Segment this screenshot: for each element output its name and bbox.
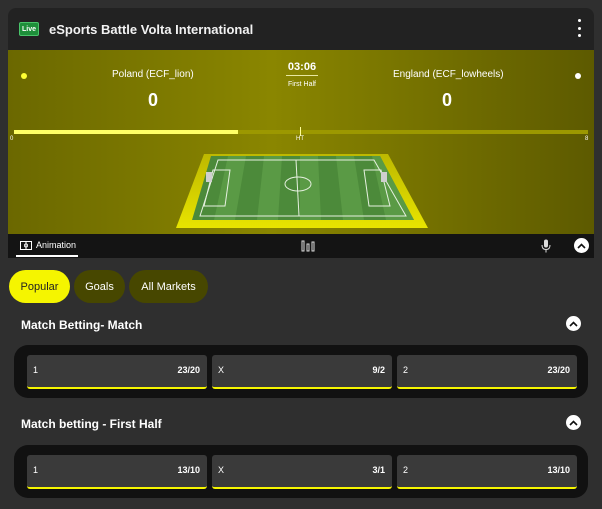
- market-first-half-betting: 1 13/10 X 3/1 2 13/10: [14, 445, 588, 498]
- outcome-odds: 9/2: [372, 365, 385, 375]
- animation-tab-underline: [16, 255, 78, 257]
- outcome-odds: 13/10: [547, 465, 570, 475]
- kebab-menu-icon[interactable]: [574, 19, 584, 37]
- outcome-odds: 3/1: [372, 465, 385, 475]
- outcome-label: 1: [33, 465, 39, 475]
- animation-label: Animation: [36, 240, 77, 250]
- live-badge: Live: [19, 22, 39, 36]
- outcome-label: 2: [403, 365, 409, 375]
- chevron-up-icon[interactable]: [566, 415, 581, 430]
- outcome-away-button[interactable]: 2 13/10: [397, 455, 577, 489]
- outcome-away-button[interactable]: 2 23/20: [397, 355, 577, 389]
- outcome-odds: 23/20: [547, 365, 570, 375]
- pitch-icon: [20, 240, 32, 250]
- outcome-label: 2: [403, 465, 409, 475]
- chevron-up-icon[interactable]: [566, 316, 581, 331]
- animation-toolbar: Animation: [8, 234, 594, 258]
- outcome-label: X: [218, 465, 225, 475]
- tab-goals[interactable]: Goals: [74, 270, 125, 303]
- animation-tab[interactable]: Animation: [20, 240, 76, 250]
- event-title: eSports Battle Volta International: [49, 21, 254, 37]
- outcome-draw-button[interactable]: X 9/2: [212, 355, 392, 389]
- outcome-label: 1: [33, 365, 39, 375]
- tab-all-markets[interactable]: All Markets: [129, 270, 208, 303]
- outcome-odds: 13/10: [177, 465, 200, 475]
- pitch-illustration: [176, 154, 428, 228]
- market-title: Match betting - First Half: [21, 417, 162, 431]
- outcome-label: X: [218, 365, 225, 375]
- microphone-icon[interactable]: [541, 239, 551, 253]
- market-match-betting: 1 23/20 X 9/2 2 23/20: [14, 345, 588, 398]
- outcome-draw-button[interactable]: X 3/1: [212, 455, 392, 489]
- market-tabs: Popular Goals All Markets: [9, 270, 208, 303]
- chevron-up-icon[interactable]: [574, 238, 589, 253]
- tab-popular[interactable]: Popular: [9, 270, 70, 303]
- match-tracker: Poland (ECF_lion) 0 03:06 First Half Eng…: [8, 50, 594, 234]
- outcome-home-button[interactable]: 1 13/10: [27, 455, 207, 489]
- market-title: Match Betting- Match: [21, 318, 143, 332]
- bar-chart-icon[interactable]: [301, 240, 315, 252]
- outcome-odds: 23/20: [177, 365, 200, 375]
- event-header: Live eSports Battle Volta International: [8, 8, 594, 50]
- outcome-home-button[interactable]: 1 23/20: [27, 355, 207, 389]
